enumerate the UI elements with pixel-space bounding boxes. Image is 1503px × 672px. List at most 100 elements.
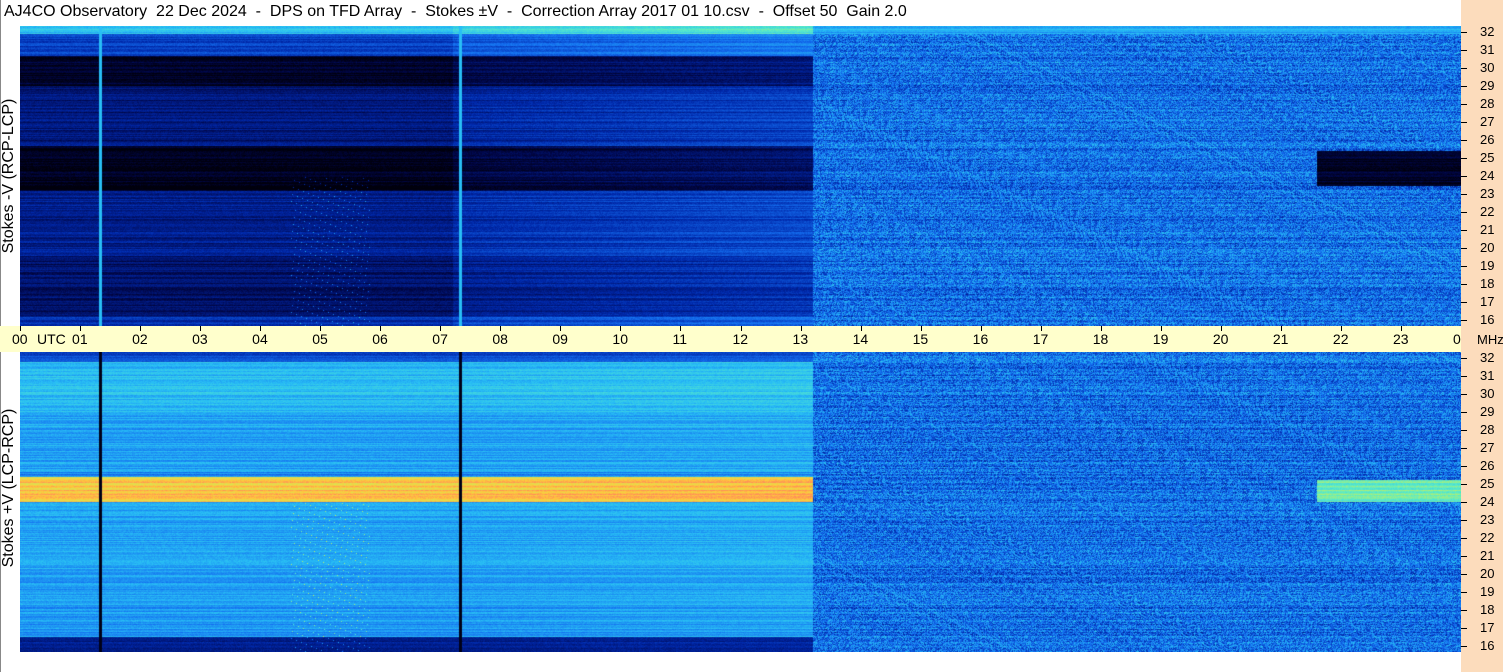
time-tick-label: 02 (132, 331, 148, 347)
freq-tick-label: 27 (1480, 114, 1495, 129)
time-tick-label: 04 (252, 331, 268, 347)
time-tick-label: 19 (1152, 331, 1169, 347)
freq-tick-label: 16 (1480, 312, 1495, 327)
freq-tick (1461, 266, 1467, 267)
freq-tick (1461, 574, 1467, 575)
freq-tick (1461, 592, 1467, 593)
top-panel-ylabel: Stokes -V (RCP-LCP) (0, 98, 17, 254)
freq-tick-label: 23 (1480, 512, 1495, 527)
time-tick-label: 21 (1272, 331, 1289, 347)
freq-tick-label: 29 (1480, 404, 1495, 419)
freq-tick (1461, 376, 1467, 377)
freq-tick (1461, 412, 1467, 413)
freq-tick-label: 21 (1480, 222, 1495, 237)
freq-tick-label: 31 (1480, 368, 1495, 383)
freq-tick-label: 26 (1480, 458, 1495, 473)
mhz-unit-label: MHz (1477, 332, 1503, 347)
spectrogram-canvas-bottom (20, 352, 1461, 652)
freq-tick (1461, 358, 1467, 359)
freq-tick-label: 16 (1480, 638, 1495, 653)
freq-tick-label: 24 (1480, 168, 1495, 183)
bottom-panel-ylabel: Stokes +V (LCP-RCP) (0, 408, 17, 568)
freq-tick-label: 22 (1480, 204, 1495, 219)
time-tick-label: 06 (372, 331, 388, 347)
time-tick-label: 11 (672, 331, 687, 347)
freq-tick-label: 24 (1480, 494, 1495, 509)
time-tick-label: 00 (12, 331, 28, 347)
freq-tick (1461, 230, 1467, 231)
stokes-minus-v-spectrogram (20, 26, 1461, 326)
time-tick-label: 14 (852, 331, 869, 347)
freq-tick (1461, 610, 1467, 611)
freq-tick (1461, 104, 1467, 105)
freq-tick (1461, 122, 1467, 123)
freq-tick-label: 31 (1480, 42, 1495, 57)
utc-label: UTC (37, 331, 66, 347)
freq-tick (1461, 484, 1467, 485)
time-tick-label: 18 (1092, 331, 1109, 347)
chart-title: AJ4CO Observatory 22 Dec 2024 - DPS on T… (4, 3, 907, 20)
freq-tick (1461, 50, 1467, 51)
freq-tick (1461, 140, 1467, 141)
freq-tick-label: 17 (1480, 620, 1495, 635)
freq-tick (1461, 430, 1467, 431)
freq-tick-label: 30 (1480, 386, 1495, 401)
time-tick-label: 09 (552, 331, 568, 347)
freq-tick (1461, 248, 1467, 249)
freq-tick (1461, 68, 1467, 69)
stokes-plus-v-spectrogram (20, 352, 1461, 652)
time-tick-label: 01 (72, 331, 88, 347)
freq-tick (1461, 394, 1467, 395)
freq-tick-label: 26 (1480, 132, 1495, 147)
freq-tick-label: 20 (1480, 566, 1495, 581)
time-tick-label: 23 (1392, 331, 1409, 347)
freq-tick-label: 18 (1480, 602, 1495, 617)
freq-tick (1461, 320, 1467, 321)
freq-tick (1461, 284, 1467, 285)
freq-tick-label: 32 (1480, 24, 1495, 39)
time-tick-label: 08 (492, 331, 508, 347)
time-tick-label: 03 (192, 331, 208, 347)
time-tick-label: 17 (1032, 331, 1049, 347)
spectrogram-canvas-top (20, 26, 1461, 326)
freq-tick-label: 30 (1480, 60, 1495, 75)
time-tick-label: 16 (972, 331, 989, 347)
freq-tick (1461, 538, 1467, 539)
freq-tick (1461, 502, 1467, 503)
time-tick-label: 05 (312, 331, 328, 347)
freq-tick (1461, 628, 1467, 629)
freq-tick-label: 20 (1480, 240, 1495, 255)
freq-tick (1461, 302, 1467, 303)
time-tick-label: 20 (1212, 331, 1229, 347)
freq-tick-label: 19 (1480, 258, 1495, 273)
time-tick-label: 12 (732, 331, 749, 347)
freq-tick-label: 32 (1480, 350, 1495, 365)
time-tick-label: 13 (792, 331, 809, 347)
time-tick-label: 22 (1332, 331, 1349, 347)
freq-tick-label: 19 (1480, 584, 1495, 599)
freq-tick-label: 27 (1480, 440, 1495, 455)
freq-tick (1461, 158, 1467, 159)
freq-tick-label: 25 (1480, 150, 1495, 165)
freq-tick-label: 22 (1480, 530, 1495, 545)
freq-tick (1461, 520, 1467, 521)
freq-tick-label: 28 (1480, 422, 1495, 437)
freq-tick-label: 18 (1480, 276, 1495, 291)
freq-tick (1461, 556, 1467, 557)
freq-tick (1461, 212, 1467, 213)
utc-time-axis: 00 01 02 03 04 05 06 07 08 09 10 11 12 13 14 15 16 17 18 19… (0, 326, 1469, 352)
freq-tick (1461, 32, 1467, 33)
freq-tick (1461, 466, 1467, 467)
freq-tick (1461, 646, 1467, 647)
freq-tick-label: 21 (1480, 548, 1495, 563)
freq-tick (1461, 176, 1467, 177)
time-tick-label: 07 (432, 331, 448, 347)
freq-tick (1461, 448, 1467, 449)
freq-tick (1461, 194, 1467, 195)
freq-tick-label: 17 (1480, 294, 1495, 309)
time-tick-label: 15 (912, 331, 929, 347)
freq-tick (1461, 86, 1467, 87)
time-tick-label: 10 (612, 331, 628, 347)
freq-tick-label: 23 (1480, 186, 1495, 201)
freq-tick-label: 25 (1480, 476, 1495, 491)
